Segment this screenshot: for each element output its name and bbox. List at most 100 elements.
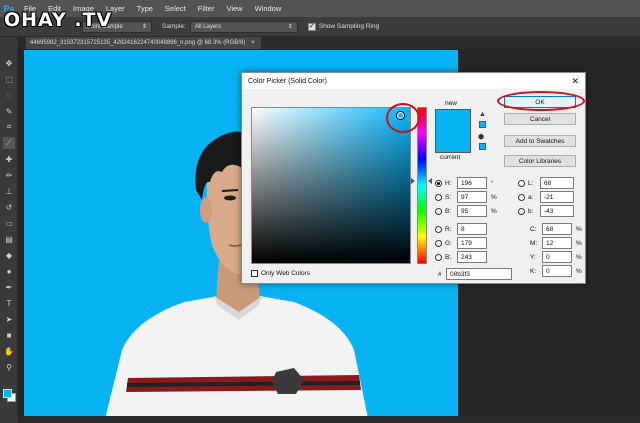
green-row: G: 179 [435,237,487,249]
menu-type[interactable]: Type [131,4,159,13]
hue-input[interactable]: 196 [457,177,487,189]
brightness-row: B: 95 % [435,205,497,217]
lab-b-label: b: [528,207,534,215]
document-tab-bar: 44695982_315372315725135_428241622474004… [18,37,640,49]
web-safe-cube-icon[interactable]: ⬢ [478,133,484,141]
move-tool-icon[interactable]: ✥ [3,57,15,69]
lab-l-label: L: [528,179,534,187]
cancel-button[interactable]: Cancel [504,113,576,125]
color-libraries-button[interactable]: Color Libraries [504,155,576,167]
shape-tool-icon[interactable]: ■ [3,329,15,341]
yellow-label: Y: [530,253,536,261]
red-row: R: 8 [435,223,487,235]
lab-a-input[interactable]: -21 [540,191,574,203]
new-color-preview [435,109,471,131]
photoshop-window: Ps File Edit Image Layer Type Select Fil… [0,0,640,423]
sample-label: Sample: [162,23,186,30]
foreground-color-swatch[interactable] [3,389,12,398]
saturation-radio[interactable] [435,193,442,201]
close-icon[interactable]: ✕ [571,76,579,87]
saturation-brightness-field[interactable] [251,107,411,264]
eyedropper-tool-icon[interactable]: ⟋ [3,137,15,149]
sample-layers-value: All Layers [194,23,222,30]
lab-b-row: b: -43 [518,205,574,217]
saturation-input[interactable]: 97 [457,191,487,203]
document-tab[interactable]: 44695982_315372315725135_428241622474004… [26,37,261,49]
menu-view[interactable]: View [220,4,248,13]
lab-l-radio[interactable] [518,179,525,187]
yellow-row: Y: 0 % [530,251,582,263]
hue-slider-left-arrow-icon[interactable] [411,178,415,184]
magenta-input[interactable]: 12 [542,237,572,249]
healing-brush-icon[interactable]: ✚ [3,153,15,165]
chevron-updown-icon: ⇕ [141,24,147,30]
eraser-tool-icon[interactable]: ▭ [3,217,15,229]
blue-radio[interactable] [435,253,442,261]
history-brush-icon[interactable]: ↺ [3,201,15,213]
menu-filter[interactable]: Filter [192,4,221,13]
new-color-label: new [445,100,457,107]
lasso-tool-icon[interactable]: ◌ [3,89,15,101]
lab-a-radio[interactable] [518,193,525,201]
out-of-gamut-warning-icon[interactable]: ▲ [479,111,487,119]
current-color-preview[interactable] [435,131,471,153]
gradient-tool-icon[interactable]: ▤ [3,233,15,245]
green-input[interactable]: 179 [457,237,487,249]
tools-panel: ✥ ⬚ ◌ ✎ ⌗ ⟋ ✚ ✏ ⊥ ↺ ▭ ▤ ◆ ● ✒ T ➤ ■ ✋ ⚲ [0,37,18,423]
gamut-color-swatch[interactable] [479,121,486,128]
only-web-colors-checkbox[interactable] [251,270,258,277]
show-sampling-ring-label: Show Sampling Ring [318,23,380,30]
path-select-icon[interactable]: ➤ [3,313,15,325]
hex-label: # [438,270,442,278]
close-icon[interactable]: × [251,40,255,46]
hex-input[interactable]: 08b3f3 [446,268,512,280]
brightness-radio[interactable] [435,207,442,215]
hue-slider-right-arrow-icon[interactable] [428,178,432,184]
black-unit: % [576,267,582,275]
web-safe-color-swatch[interactable] [479,143,486,150]
green-radio[interactable] [435,239,442,247]
red-label: R: [445,225,452,233]
yellow-input[interactable]: 0 [542,251,572,263]
crop-tool-icon[interactable]: ⌗ [3,121,15,133]
cyan-input[interactable]: 68 [542,223,572,235]
marquee-tool-icon[interactable]: ⬚ [3,73,15,85]
cyan-row: C: 68 % [530,223,582,235]
lab-l-input[interactable]: 68 [540,177,574,189]
red-input[interactable]: 8 [457,223,487,235]
zoom-tool-icon[interactable]: ⚲ [3,361,15,373]
show-sampling-ring-checkbox[interactable]: ✓ [307,22,316,31]
hue-radio[interactable] [435,179,442,187]
dodge-tool-icon[interactable]: ● [3,265,15,277]
document-title: 44695982_315372315725135_428241622474004… [30,40,246,46]
type-tool-icon[interactable]: T [3,297,15,309]
sample-layers-select[interactable]: All Layers ⇕ [189,20,298,33]
menu-select[interactable]: Select [159,4,192,13]
magenta-label: M: [530,239,538,247]
menu-window[interactable]: Window [249,4,288,13]
quick-select-tool-icon[interactable]: ✎ [3,105,15,117]
dialog-title-bar: Color Picker (Solid Color) ✕ [242,73,585,89]
only-web-colors-option[interactable]: Only Web Colors [251,270,310,277]
yellow-unit: % [576,253,582,261]
red-radio[interactable] [435,225,442,233]
hand-tool-icon[interactable]: ✋ [3,345,15,357]
blue-label: B: [445,253,452,261]
blue-input[interactable]: 243 [457,251,487,263]
hue-unit: ° [491,179,494,187]
brush-tool-icon[interactable]: ✏ [3,169,15,181]
lab-b-radio[interactable] [518,207,525,215]
magenta-row: M: 12 % [530,237,582,249]
lab-b-input[interactable]: -43 [540,205,574,217]
hex-row: # 08b3f3 [438,268,512,280]
clone-stamp-icon[interactable]: ⊥ [3,185,15,197]
blur-tool-icon[interactable]: ◆ [3,249,15,261]
brightness-input[interactable]: 95 [457,205,487,217]
hue-slider[interactable] [417,107,427,264]
black-input[interactable]: 0 [542,265,572,277]
saturation-label: S: [445,193,452,201]
hue-label: H: [445,179,452,187]
add-to-swatches-button[interactable]: Add to Swatches [504,135,576,147]
pen-tool-icon[interactable]: ✒ [3,281,15,293]
cyan-label: C: [530,225,537,233]
